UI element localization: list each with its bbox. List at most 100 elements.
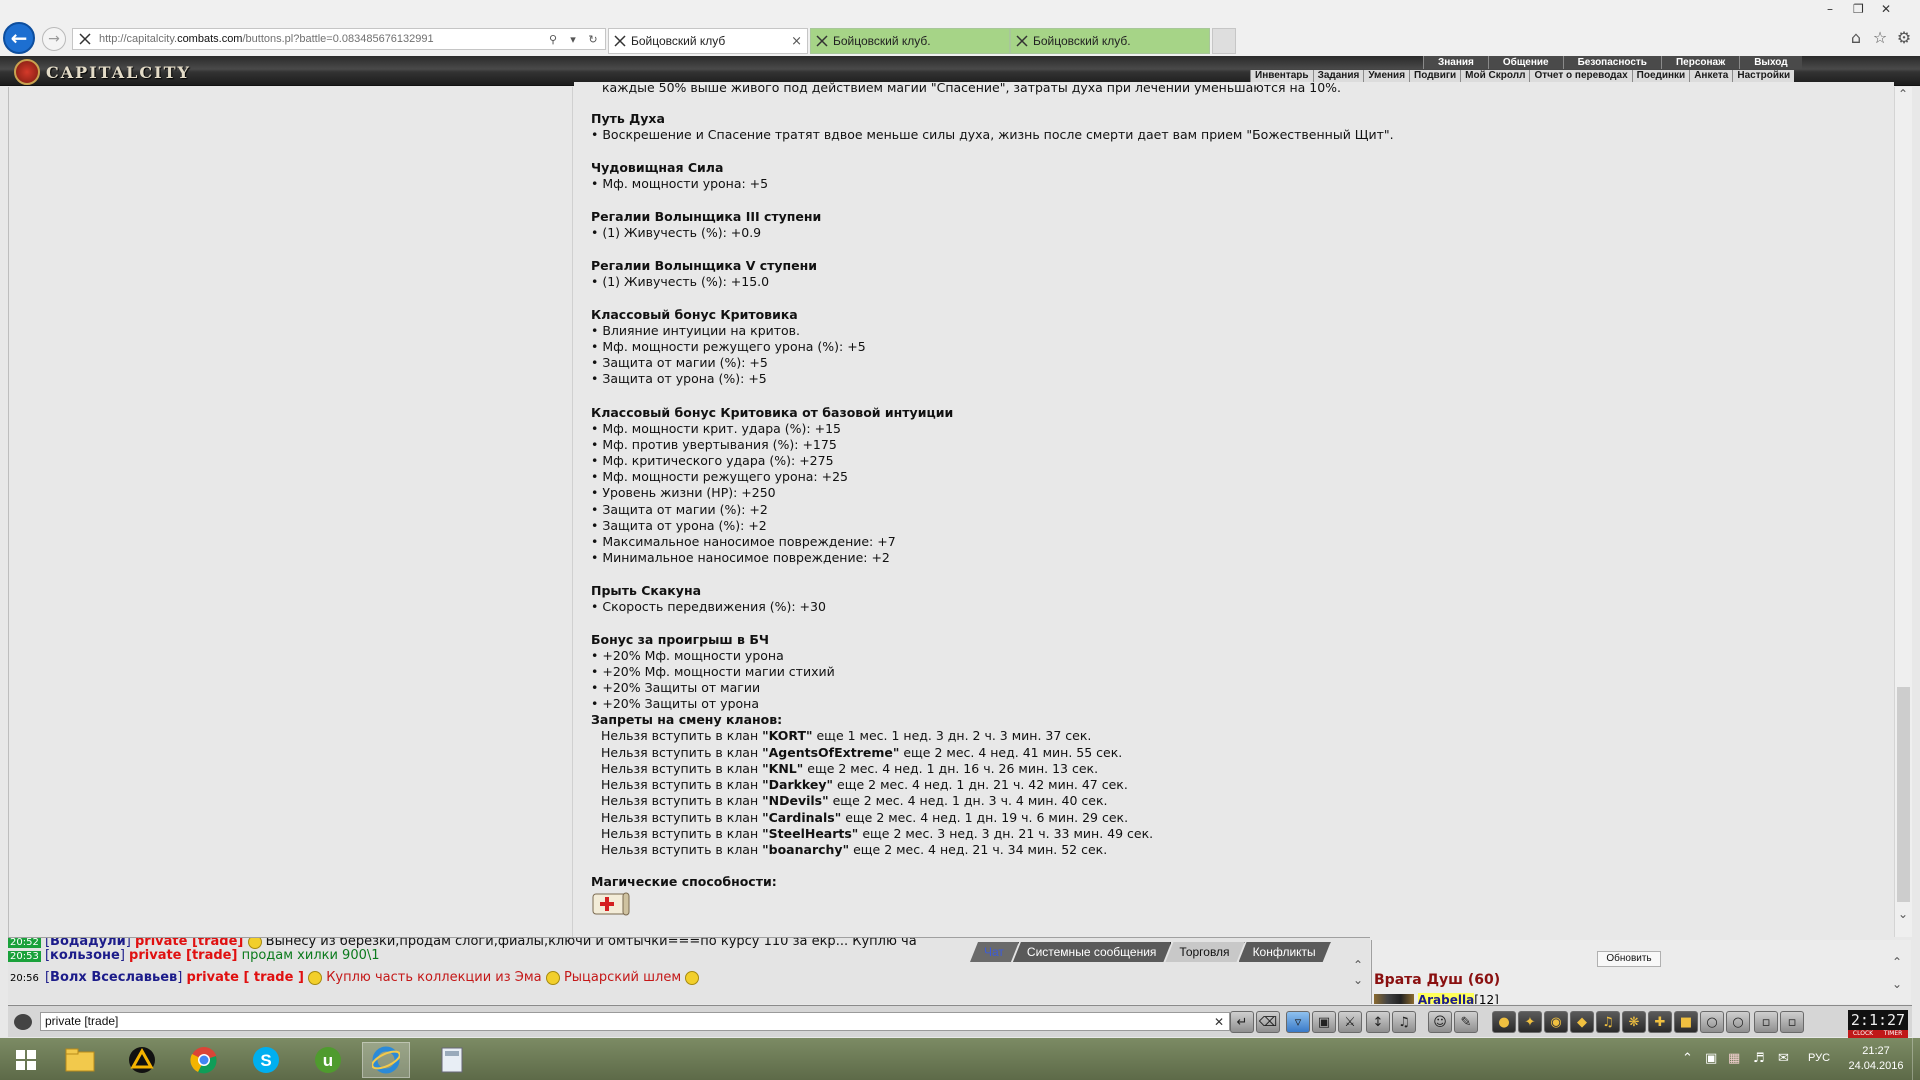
tray-message-icon[interactable]: ✉ (1778, 1051, 1789, 1066)
internet-explorer-icon[interactable] (362, 1042, 410, 1078)
tab-trade[interactable]: Торговля (1165, 942, 1244, 962)
quick-item-2-icon[interactable]: ✦ (1518, 1011, 1542, 1033)
scroll-down-icon[interactable]: ⌄ (1898, 907, 1908, 921)
chat-username[interactable]: Волх Всеславьев (50, 970, 177, 985)
scroll-up-icon[interactable]: ⌃ (1892, 955, 1902, 969)
submenu-achievements[interactable]: Подвиги (1409, 70, 1460, 82)
chat-input[interactable]: private [trade] (40, 1012, 1230, 1031)
menu-character[interactable]: Персонаж (1660, 56, 1740, 69)
quick-item-11-icon[interactable]: ▫ (1754, 1011, 1778, 1033)
tab-conflicts[interactable]: Конфликты (1239, 942, 1331, 962)
submenu-quests[interactable]: Задания (1312, 70, 1364, 82)
address-bar[interactable]: http://capitalcity.combats.com/buttons.p… (72, 28, 606, 50)
game-logo[interactable]: CAPITALCITY (14, 58, 191, 86)
favorites-star-icon[interactable]: ☆ (1870, 28, 1890, 48)
submenu-settings[interactable]: Настройки (1732, 70, 1794, 82)
refresh-button[interactable]: Обновить (1597, 951, 1661, 967)
tray-expand-icon[interactable]: ⌃ (1682, 1051, 1693, 1066)
send-enter-icon[interactable]: ↵ (1230, 1011, 1254, 1033)
smiles-icon[interactable]: ☺ (1428, 1011, 1452, 1033)
scroll-up-icon[interactable]: ⌃ (1353, 958, 1363, 972)
quick-item-9-icon[interactable]: ○ (1700, 1011, 1724, 1033)
back-button[interactable]: ← (3, 22, 35, 54)
chat-mode-icon[interactable] (14, 1014, 32, 1030)
home-icon[interactable]: ⌂ (1846, 28, 1866, 48)
gear-icon[interactable]: ⚙ (1894, 28, 1914, 48)
room-scrollbar[interactable]: ⌃ ⌄ (1892, 955, 1908, 995)
tab-label: Бойцовский клуб (631, 34, 726, 48)
scroll-down-icon[interactable]: ⌄ (1353, 973, 1363, 987)
chat-scrollbar[interactable]: ⌃ ⌄ (1348, 937, 1370, 1004)
quick-item-5-icon[interactable]: ♫ (1596, 1011, 1620, 1033)
scroll-up-icon[interactable]: ⌃ (1898, 87, 1908, 101)
save-icon[interactable]: ▣ (1312, 1011, 1336, 1033)
tray-network-icon[interactable]: ▦ (1728, 1051, 1740, 1066)
room-username[interactable]: Arabella (1417, 993, 1475, 1004)
file-explorer-icon[interactable] (56, 1042, 104, 1078)
chat-channel[interactable]: private [trade] (129, 948, 237, 963)
quick-item-1-icon[interactable]: ● (1492, 1011, 1516, 1033)
address-url[interactable]: http://capitalcity.combats.com/buttons.p… (99, 33, 545, 45)
submenu-profile[interactable]: Анкета (1689, 70, 1732, 82)
show-desktop-button[interactable] (1912, 1038, 1920, 1080)
tray-windows-icon[interactable]: ▣ (1705, 1051, 1717, 1066)
utorrent-icon[interactable]: u (304, 1042, 352, 1078)
forward-button[interactable]: → (42, 27, 66, 51)
submenu-my-scroll[interactable]: Мой Скролл (1460, 70, 1529, 82)
room-user[interactable]: Arabella[12] (1374, 993, 1499, 1004)
clear-input-icon[interactable]: ✕ (1214, 1015, 1224, 1029)
minimize-icon[interactable]: – (1827, 2, 1833, 16)
tray-clock[interactable]: 21:27 24.04.2016 (1848, 1044, 1904, 1074)
tab-3[interactable]: Бойцовский клуб. (1010, 28, 1210, 54)
quick-item-3-icon[interactable]: ◉ (1544, 1011, 1568, 1033)
eraser-icon[interactable]: ⌫ (1256, 1011, 1280, 1033)
clock-label[interactable]: CLOCK (1848, 1030, 1878, 1038)
close-icon[interactable]: × (791, 34, 802, 49)
menu-communication[interactable]: Общение (1487, 56, 1563, 69)
menu-exit[interactable]: Выход (1739, 56, 1802, 69)
tab-2[interactable]: Бойцовский клуб. (810, 28, 1010, 54)
menu-knowledge[interactable]: Знания (1423, 56, 1488, 69)
windows-start-icon[interactable] (2, 1042, 50, 1078)
quick-item-7-icon[interactable]: ✚ (1648, 1011, 1672, 1033)
heal-scroll-icon[interactable] (591, 891, 631, 917)
chat-channel[interactable]: private [ trade ] (186, 970, 303, 985)
dropdown-icon[interactable]: ▾ (565, 31, 581, 47)
timer-label[interactable]: TIMER (1878, 1030, 1908, 1038)
tray-language[interactable]: РУС (1808, 1052, 1830, 1064)
submenu-transfers[interactable]: Отчет о переводах (1529, 70, 1631, 82)
submenu-battles[interactable]: Поединки (1631, 70, 1690, 82)
sound-icon[interactable]: ♫ (1392, 1011, 1416, 1033)
tab-1[interactable]: Бойцовский клуб × (608, 28, 808, 54)
close-window-icon[interactable]: ✕ (1881, 2, 1891, 16)
quick-item-4-icon[interactable]: ◆ (1570, 1011, 1594, 1033)
tray-volume-icon[interactable]: ♬ (1753, 1051, 1765, 1066)
menu-security[interactable]: Безопасность (1562, 56, 1661, 69)
tab-system-messages[interactable]: Системные сообщения (1013, 942, 1172, 962)
translit-icon[interactable]: ✎ (1454, 1011, 1478, 1033)
restore-icon[interactable]: ❐ (1853, 2, 1864, 16)
new-tab-button[interactable] (1212, 28, 1236, 54)
tab-chat[interactable]: Чат (970, 942, 1019, 962)
calculator-icon[interactable] (428, 1042, 476, 1078)
page-scrollbar[interactable]: ⌃ ⌄ (1894, 87, 1912, 937)
quick-item-10-icon[interactable]: ○ (1726, 1011, 1750, 1033)
filter-icon[interactable]: ▿ (1286, 1011, 1310, 1033)
skype-icon[interactable]: S (242, 1042, 290, 1078)
scroll-mode-icon[interactable]: ↕ (1366, 1011, 1390, 1033)
quick-item-12-icon[interactable]: ▫ (1780, 1011, 1804, 1033)
submenu-inventory[interactable]: Инвентарь (1250, 70, 1313, 82)
quick-item-6-icon[interactable]: ❋ (1622, 1011, 1646, 1033)
chat-tabs: Чат Системные сообщения Торговля Конфлик… (970, 942, 1325, 962)
chrome-icon[interactable] (180, 1042, 228, 1078)
submenu-skills[interactable]: Умения (1363, 70, 1409, 82)
fight-icon[interactable]: ⚔ (1338, 1011, 1362, 1033)
refresh-icon[interactable]: ↻ (585, 31, 601, 47)
app-triangle-icon[interactable] (118, 1042, 166, 1078)
chat-username[interactable]: кользоне (50, 948, 120, 963)
search-icon[interactable]: ⚲ (545, 31, 561, 47)
scrollbar-thumb[interactable] (1897, 687, 1910, 902)
scroll-down-icon[interactable]: ⌄ (1892, 977, 1902, 991)
chat-line: 20:56 [Волх Всеславьев] private [ trade … (8, 970, 700, 985)
quick-item-8-icon[interactable]: ■ (1674, 1011, 1698, 1033)
